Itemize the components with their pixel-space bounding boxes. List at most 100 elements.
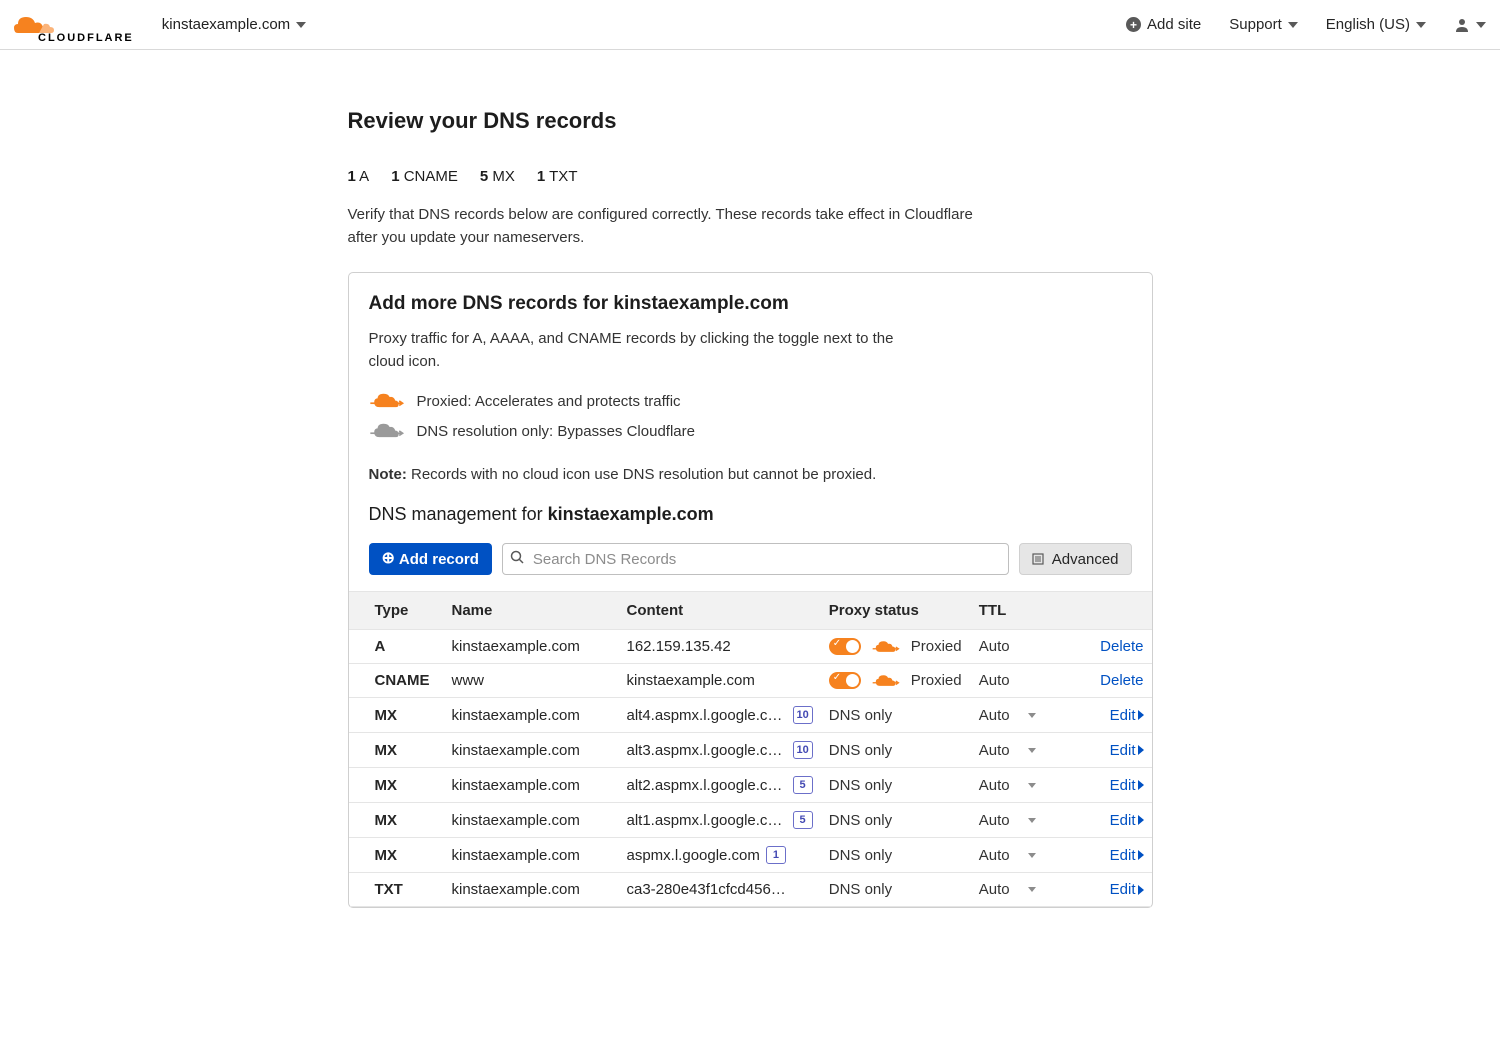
cell-proxy-status: DNS only (821, 803, 971, 838)
edit-link[interactable]: Edit (1110, 881, 1144, 898)
caret-down-icon (1288, 22, 1298, 28)
plus-icon: ⊕ (382, 551, 395, 567)
cell-ttl: Auto (971, 803, 1061, 838)
advanced-label: Advanced (1052, 551, 1119, 568)
cell-ttl: Auto (971, 733, 1061, 768)
cell-type: MX (349, 733, 444, 768)
dns-toolbar: ⊕Add record Advanced (349, 543, 1152, 591)
site-switcher[interactable]: kinstaexample.com (162, 16, 306, 33)
cell-ttl: Auto (971, 838, 1061, 873)
cell-ttl: Auto (971, 698, 1061, 733)
note-label: Note: (369, 466, 407, 483)
cell-name: kinstaexample.com (444, 733, 619, 768)
caret-down-icon (296, 22, 306, 28)
language-menu[interactable]: English (US) (1326, 16, 1426, 33)
cell-type: TXT (349, 873, 444, 907)
cell-proxy-status: DNS only (821, 838, 971, 873)
priority-badge: 5 (793, 776, 813, 794)
cloud-proxied-icon (369, 391, 405, 411)
top-bar: CLOUDFLARE kinstaexample.com + Add site … (0, 0, 1500, 50)
cell-actions: Delete (1061, 630, 1152, 664)
dns-mgmt-prefix: DNS management for (369, 504, 548, 524)
count-item: 1 CNAME (391, 168, 458, 185)
proxy-label: Proxied (911, 672, 962, 689)
search-icon (510, 550, 524, 568)
user-icon (1454, 17, 1470, 33)
cell-content: kinstaexample.com (619, 664, 821, 698)
cell-actions: Delete (1061, 664, 1152, 698)
edit-link[interactable]: Edit (1110, 707, 1144, 724)
add-site-link[interactable]: + Add site (1126, 16, 1201, 33)
triangle-right-icon (1138, 780, 1144, 790)
col-content: Content (619, 592, 821, 630)
account-menu[interactable] (1454, 17, 1486, 33)
cell-ttl: Auto (971, 630, 1061, 664)
ttl-dropdown-icon[interactable] (1028, 713, 1036, 718)
cell-name: kinstaexample.com (444, 630, 619, 664)
count-item: 5 MX (480, 168, 515, 185)
cell-actions: Edit (1061, 733, 1152, 768)
cell-type: A (349, 630, 444, 664)
cell-actions: Edit (1061, 698, 1152, 733)
delete-link[interactable]: Delete (1100, 638, 1143, 655)
table-row: Akinstaexample.com162.159.135.42 Proxied A… (349, 630, 1152, 664)
page-content: Review your DNS records 1 A1 CNAME5 MX1 … (348, 50, 1153, 948)
intro-text: Verify that DNS records below are config… (348, 203, 988, 250)
page-title: Review your DNS records (348, 108, 1153, 134)
proxy-label: DNS only (829, 847, 892, 864)
ttl-dropdown-icon[interactable] (1028, 853, 1036, 858)
ttl-dropdown-icon[interactable] (1028, 748, 1036, 753)
dns-management-heading: DNS management for kinstaexample.com (369, 504, 1132, 525)
cloud-grey-icon (369, 421, 405, 441)
caret-down-icon (1476, 22, 1486, 28)
note-text: Records with no cloud icon use DNS resol… (407, 466, 876, 483)
cell-proxy-status: Proxied (821, 630, 971, 664)
priority-badge: 10 (793, 706, 813, 724)
count-item: 1 TXT (537, 168, 578, 185)
triangle-right-icon (1138, 885, 1144, 895)
cell-type: MX (349, 768, 444, 803)
cell-content: 162.159.135.42 (619, 630, 821, 664)
priority-badge: 10 (793, 741, 813, 759)
add-record-button[interactable]: ⊕Add record (369, 543, 492, 575)
add-record-label: Add record (399, 551, 479, 568)
proxy-toggle[interactable] (829, 672, 861, 689)
cell-content: aspmx.l.google.com1 (619, 838, 821, 873)
plus-circle-icon: + (1126, 17, 1141, 32)
edit-link[interactable]: Edit (1110, 847, 1144, 864)
edit-link[interactable]: Edit (1110, 777, 1144, 794)
cell-name: www (444, 664, 619, 698)
cell-name: kinstaexample.com (444, 768, 619, 803)
ttl-dropdown-icon[interactable] (1028, 783, 1036, 788)
proxy-label: DNS only (829, 707, 892, 724)
record-type-counts: 1 A1 CNAME5 MX1 TXT (348, 168, 1153, 185)
advanced-icon (1032, 553, 1044, 565)
ttl-dropdown-icon[interactable] (1028, 818, 1036, 823)
edit-link[interactable]: Edit (1110, 742, 1144, 759)
cell-type: CNAME (349, 664, 444, 698)
cell-actions: Edit (1061, 873, 1152, 907)
triangle-right-icon (1138, 710, 1144, 720)
cell-name: kinstaexample.com (444, 698, 619, 733)
proxy-label: Proxied (911, 638, 962, 655)
cell-name: kinstaexample.com (444, 873, 619, 907)
cell-ttl: Auto (971, 873, 1061, 907)
dns-panel: Add more DNS records for kinstaexample.c… (348, 272, 1153, 909)
edit-link[interactable]: Edit (1110, 812, 1144, 829)
delete-link[interactable]: Delete (1100, 672, 1143, 689)
cell-content: ca3-280e43f1cfcd456ba... (619, 873, 821, 907)
search-input[interactable] (502, 543, 1009, 575)
triangle-right-icon (1138, 815, 1144, 825)
ttl-dropdown-icon[interactable] (1028, 887, 1036, 892)
cell-proxy-status: DNS only (821, 733, 971, 768)
legend-dns-only-label: DNS resolution only: Bypasses Cloudflare (417, 423, 695, 440)
proxy-label: DNS only (829, 881, 892, 898)
advanced-button[interactable]: Advanced (1019, 543, 1132, 575)
table-row: MXkinstaexample.comalt2.aspmx.l.google.c… (349, 768, 1152, 803)
support-menu[interactable]: Support (1229, 16, 1298, 33)
table-row: MXkinstaexample.comalt3.aspmx.l.google.c… (349, 733, 1152, 768)
proxy-toggle[interactable] (829, 638, 861, 655)
dns-mgmt-domain: kinstaexample.com (548, 504, 714, 524)
legend-dns-only: DNS resolution only: Bypasses Cloudflare (369, 421, 1132, 441)
table-header-row: Type Name Content Proxy status TTL (349, 592, 1152, 630)
